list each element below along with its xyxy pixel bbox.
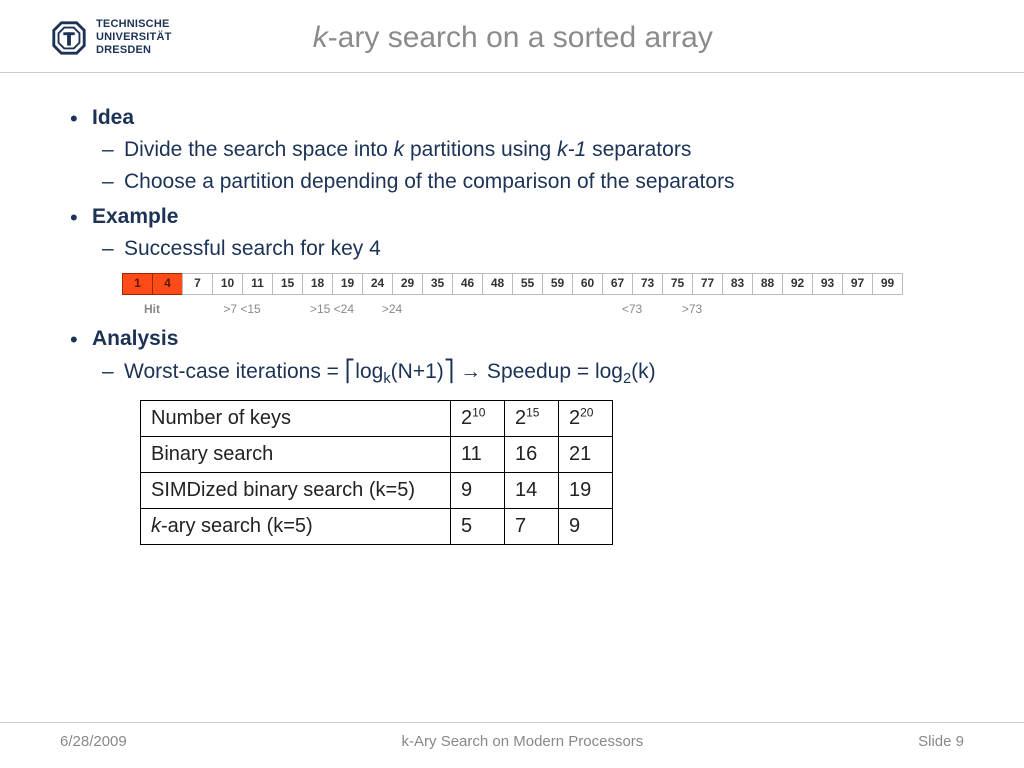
- label-range-3: >24: [362, 301, 422, 318]
- cell: 9: [451, 473, 505, 509]
- cell: 215: [505, 401, 559, 437]
- cell: 16: [505, 437, 559, 473]
- array-cell: 4: [152, 273, 182, 295]
- array-cell: 1: [122, 273, 152, 295]
- array-labels: Hit >7 <15 >15 <24 >24 <73 >73: [122, 301, 954, 318]
- slide-title: k-ary search on a sorted array: [172, 21, 974, 55]
- label-range-4: <73: [602, 301, 662, 318]
- cell-keys-label: Number of keys: [141, 401, 451, 437]
- logo-line-1: TECHNISCHE: [96, 18, 172, 31]
- array-cell: 97: [842, 273, 872, 295]
- tu-dresden-icon: [50, 19, 88, 57]
- label-range-2: >15 <24: [302, 301, 362, 318]
- array-cell: 59: [542, 273, 572, 295]
- cell: 9: [559, 509, 613, 545]
- table-row: Binary search 11 16 21: [141, 437, 613, 473]
- table-row: Number of keys 210 215 220: [141, 401, 613, 437]
- array-cell: 7: [182, 273, 212, 295]
- array-cell: 73: [632, 273, 662, 295]
- slide-content: Idea Divide the search space into k part…: [0, 73, 1024, 560]
- cell: 5: [451, 509, 505, 545]
- array-cell: 77: [692, 273, 722, 295]
- array-cell: 75: [662, 273, 692, 295]
- array-cell: 29: [392, 273, 422, 295]
- array-cell: 24: [362, 273, 392, 295]
- cell-simd-label: SIMDized binary search (k=5): [141, 473, 451, 509]
- footer-title: k-Ary Search on Modern Processors: [402, 733, 644, 750]
- slide-footer: 6/28/2009 k-Ary Search on Modern Process…: [0, 722, 1024, 768]
- example-heading: Example: [92, 205, 178, 228]
- cell-binary-label: Binary search: [141, 437, 451, 473]
- cell: 19: [559, 473, 613, 509]
- slide-header: TECHNISCHE UNIVERSITÄT DRESDEN k-ary sea…: [0, 0, 1024, 73]
- array-cells: 1471011151819242935464855596067737577838…: [122, 273, 903, 295]
- array-cell: 46: [452, 273, 482, 295]
- label-range-1: >7 <15: [212, 301, 272, 318]
- table-row: k-ary search (k=5) 5 7 9: [141, 509, 613, 545]
- array-cell: 48: [482, 273, 512, 295]
- array-cell: 11: [242, 273, 272, 295]
- idea-point-1: Divide the search space into k partition…: [102, 135, 954, 165]
- array-cell: 15: [272, 273, 302, 295]
- cell: 11: [451, 437, 505, 473]
- section-analysis: Analysis Worst-case iterations = ⎡logk(N…: [70, 324, 954, 545]
- cell-kary-label: k-ary search (k=5): [141, 509, 451, 545]
- cell: 210: [451, 401, 505, 437]
- array-cell: 93: [812, 273, 842, 295]
- footer-date: 6/28/2009: [60, 733, 127, 750]
- university-logo: TECHNISCHE UNIVERSITÄT DRESDEN: [50, 18, 172, 58]
- array-cell: 18: [302, 273, 332, 295]
- logo-line-2: UNIVERSITÄT: [96, 31, 172, 44]
- array-cell: 19: [332, 273, 362, 295]
- logo-line-3: DRESDEN: [96, 44, 172, 57]
- array-cell: 92: [782, 273, 812, 295]
- idea-heading: Idea: [92, 106, 134, 129]
- logo-text: TECHNISCHE UNIVERSITÄT DRESDEN: [96, 18, 172, 58]
- label-hit: Hit: [122, 301, 182, 318]
- example-sub: Successful search for key 4: [102, 234, 954, 264]
- comparison-table-wrap: Number of keys 210 215 220 Binary search…: [140, 400, 954, 545]
- array-visualization: 1471011151819242935464855596067737577838…: [122, 273, 954, 318]
- footer-slide-number: Slide 9: [918, 733, 964, 750]
- title-rest: -ary search on a sorted array: [328, 21, 713, 54]
- array-cell: 83: [722, 273, 752, 295]
- table-row: SIMDized binary search (k=5) 9 14 19: [141, 473, 613, 509]
- cell: 14: [505, 473, 559, 509]
- cell: 220: [559, 401, 613, 437]
- analysis-heading: Analysis: [92, 327, 178, 350]
- title-k: k: [313, 21, 328, 54]
- comparison-table: Number of keys 210 215 220 Binary search…: [140, 400, 613, 545]
- array-cell: 99: [872, 273, 902, 295]
- array-cell: 60: [572, 273, 602, 295]
- label-range-5: >73: [662, 301, 722, 318]
- section-idea: Idea Divide the search space into k part…: [70, 103, 954, 198]
- analysis-formula: Worst-case iterations = ⎡logk(N+1)⎤ → Sp…: [102, 357, 954, 391]
- array-cell: 10: [212, 273, 242, 295]
- cell: 21: [559, 437, 613, 473]
- array-cell: 67: [602, 273, 632, 295]
- array-cell: 88: [752, 273, 782, 295]
- idea-point-2: Choose a partition depending of the comp…: [102, 167, 954, 197]
- section-example: Example Successful search for key 4 1471…: [70, 202, 954, 318]
- cell: 7: [505, 509, 559, 545]
- array-cell: 35: [422, 273, 452, 295]
- array-cell: 55: [512, 273, 542, 295]
